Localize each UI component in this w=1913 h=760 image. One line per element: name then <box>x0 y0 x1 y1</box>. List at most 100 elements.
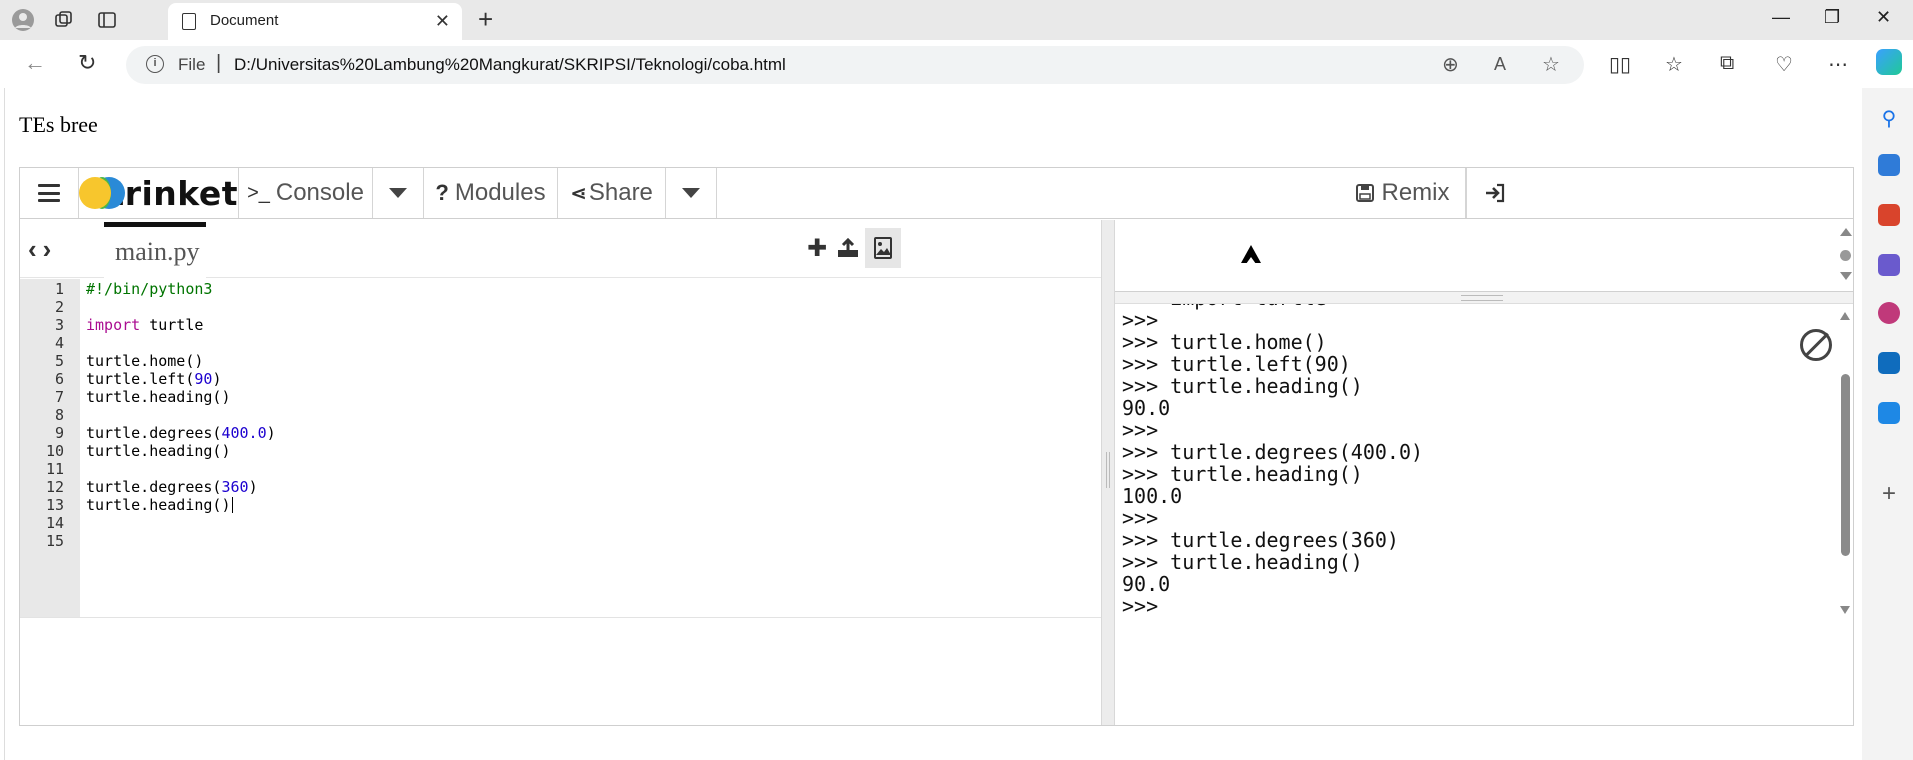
console-line: >>> turtle.degrees(360) <box>1122 528 1399 552</box>
favorites-icon[interactable]: ☆ <box>1665 52 1683 77</box>
profile-icon[interactable] <box>11 8 35 32</box>
shopping-icon[interactable] <box>1878 154 1900 176</box>
console-line: >>> turtle.heading() <box>1122 374 1363 398</box>
clear-console-icon[interactable] <box>1800 329 1832 361</box>
more-menu-icon[interactable]: ⋯ <box>1828 52 1848 77</box>
pane-divider[interactable] <box>1101 220 1115 725</box>
console-label: Console <box>275 179 364 206</box>
tab-main-py[interactable]: main.py <box>104 222 206 278</box>
edge-sidebar: ⚲ + <box>1862 88 1913 760</box>
share-icon: ⋖ <box>570 182 587 205</box>
microsoft-365-icon[interactable] <box>1878 302 1900 324</box>
trinket-logo-icon <box>79 177 125 209</box>
run-mode-dropdown[interactable] <box>373 168 424 218</box>
code-editor: ‹› main.py ✚ 1 2 3 4 5 6 7 8 9 10 11 12 13 14 15 #!/bi… <box>20 220 1101 725</box>
code-line: turtle.heading() <box>86 496 233 514</box>
remix-label: Remix <box>1381 179 1450 206</box>
page-heading: TEs bree <box>19 112 98 137</box>
back-icon[interactable]: ← <box>24 50 46 76</box>
turtle-canvas[interactable] <box>1115 220 1853 292</box>
split-screen-icon[interactable]: ▯▯ <box>1609 52 1631 77</box>
tools-icon[interactable] <box>1878 204 1900 226</box>
url-field[interactable]: i File | D:/Universitas%20Lambung%20Mang… <box>126 46 1584 84</box>
read-aloud-icon[interactable]: A <box>1494 54 1506 75</box>
page-icon <box>182 13 196 30</box>
line-number: 15 <box>45 532 64 550</box>
console-line: >>> <box>1122 594 1159 618</box>
remix-button[interactable]: Remix <box>1340 168 1466 218</box>
console-scrollbar[interactable] <box>1837 304 1853 725</box>
minimize-icon[interactable]: — <box>1772 7 1790 28</box>
refresh-icon[interactable]: ↻ <box>78 50 96 76</box>
line-number: 3 <box>54 316 64 334</box>
line-number: 4 <box>54 334 64 352</box>
code-area[interactable]: #!/bin/python3 import turtle turtle.home()… <box>80 279 1101 617</box>
editor-tabs: ‹› main.py ✚ <box>20 220 1101 278</box>
console-line: >>> turtle.home() <box>1122 330 1327 354</box>
console-button[interactable]: >_ Console <box>239 168 373 218</box>
games-icon[interactable] <box>1878 254 1900 276</box>
scroll-down-icon[interactable] <box>1840 606 1850 614</box>
code-line: import turtle <box>86 316 204 334</box>
share-dropdown[interactable] <box>666 168 717 218</box>
favorite-star-icon[interactable]: ☆ <box>1542 52 1560 77</box>
browser-tab-document[interactable]: Document ✕ <box>168 3 462 40</box>
restore-icon[interactable]: ❐ <box>1824 7 1840 28</box>
tab-scroll-arrows-icon[interactable]: ‹› <box>28 234 57 265</box>
console-line: 100.0 <box>1122 484 1183 508</box>
page-content: TEs bree trinket >_ Console ? Modules ⋖ … <box>4 88 1862 760</box>
canvas-scrollbar[interactable] <box>1837 220 1853 292</box>
search-icon[interactable]: ⚲ <box>1878 106 1900 130</box>
share-button[interactable]: ⋖ Share <box>558 168 666 218</box>
image-library-icon[interactable] <box>865 228 901 268</box>
menu-button[interactable] <box>20 168 79 218</box>
new-tab-icon[interactable]: + <box>478 4 493 35</box>
browser-essentials-icon[interactable]: ♡ <box>1775 52 1793 77</box>
code-line: turtle.degrees(400.0) <box>86 424 276 442</box>
collections-icon[interactable]: ⧉ <box>1720 52 1734 75</box>
text-cursor <box>231 497 233 513</box>
scroll-down-icon[interactable] <box>1840 272 1852 280</box>
scroll-up-icon[interactable] <box>1840 228 1852 236</box>
hamburger-icon <box>38 184 60 202</box>
sign-in-icon <box>1486 183 1505 203</box>
modules-button[interactable]: ? Modules <box>424 168 558 218</box>
vertical-tabs-icon[interactable] <box>95 8 119 32</box>
line-number: 12 <box>45 478 64 496</box>
drag-handle-icon[interactable] <box>1106 452 1110 488</box>
url-text[interactable]: D:/Universitas%20Lambung%20Mangkurat/SKR… <box>234 55 786 75</box>
drag-handle-icon[interactable] <box>1461 295 1503 301</box>
scroll-thumb[interactable] <box>1841 374 1850 556</box>
scroll-up-icon[interactable] <box>1840 312 1850 320</box>
workspaces-icon[interactable] <box>52 8 76 32</box>
add-sidebar-icon[interactable]: + <box>1878 482 1900 506</box>
editor-footer <box>20 617 1101 725</box>
copilot-icon[interactable] <box>1876 49 1902 75</box>
close-window-icon[interactable]: ✕ <box>1876 7 1891 28</box>
turtle-cursor-notch <box>1246 257 1256 264</box>
line-number: 1 <box>54 280 64 298</box>
trinket-toolbar: trinket >_ Console ? Modules ⋖ Share Rem… <box>20 168 1853 219</box>
trinket-embed: trinket >_ Console ? Modules ⋖ Share Rem… <box>19 167 1854 726</box>
code-line: turtle.left(90) <box>86 370 222 388</box>
site-info-icon[interactable]: i <box>146 55 164 73</box>
login-button[interactable] <box>1466 168 1523 218</box>
python-console[interactable]: >>> import turtle>>>>>> turtle.home()>>>… <box>1115 304 1837 725</box>
trinket-logo[interactable]: trinket <box>79 168 239 218</box>
scroll-thumb[interactable] <box>1840 250 1851 261</box>
outlook-icon[interactable] <box>1878 352 1900 374</box>
console-line: >>> <box>1122 308 1159 332</box>
close-tab-icon[interactable]: ✕ <box>435 11 450 32</box>
question-icon: ? <box>435 180 449 205</box>
console-line: >>> turtle.left(90) <box>1122 352 1351 376</box>
upload-icon[interactable] <box>830 228 866 268</box>
line-number: 2 <box>54 298 64 316</box>
console-line: >>> <box>1122 506 1159 530</box>
url-separator: | <box>216 52 222 74</box>
zoom-icon[interactable]: ⊕ <box>1442 52 1459 77</box>
telegram-icon[interactable] <box>1878 402 1900 424</box>
code-line: turtle.heading() <box>86 442 231 460</box>
browser-tab-strip: Document ✕ + — ❐ ✕ <box>0 0 1913 40</box>
console-line: >>> turtle.heading() <box>1122 462 1363 486</box>
output-resize-bar[interactable] <box>1115 292 1853 304</box>
